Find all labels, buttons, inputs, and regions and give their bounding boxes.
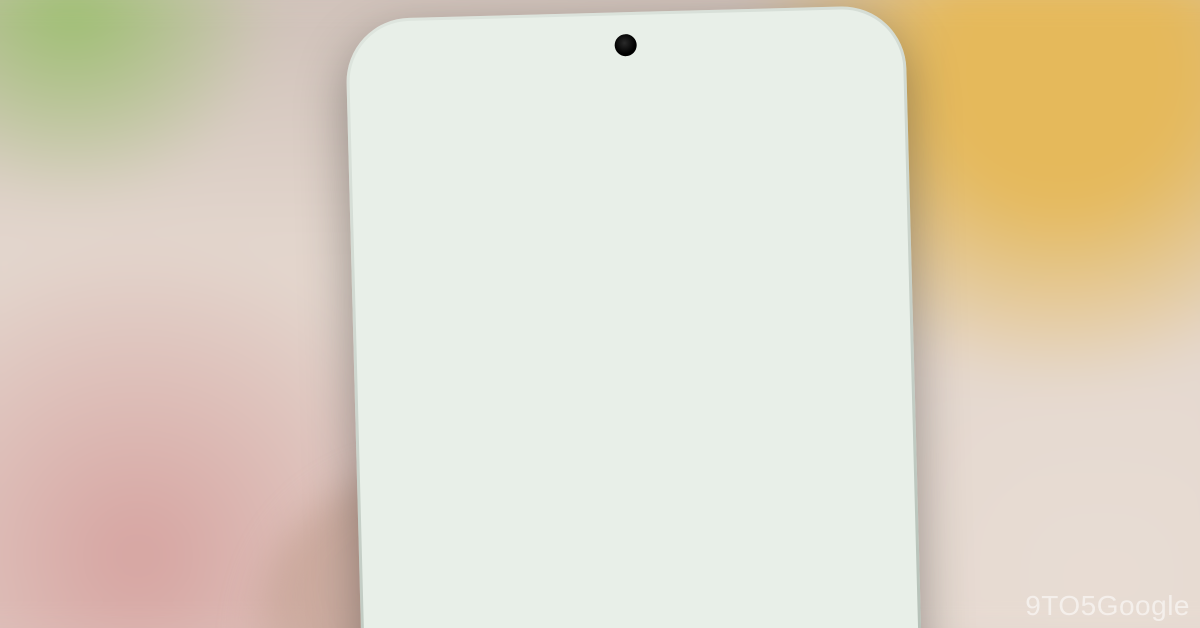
list-item-title: Memory <box>414 393 856 429</box>
phone-screen: 15:03 <box>375 35 906 628</box>
use-developer-options-toggle-row[interactable]: Use developer options <box>405 271 861 359</box>
master-toggle-label: Use developer options <box>434 303 642 332</box>
list-item-bug-report[interactable]: Bug report <box>392 457 883 530</box>
master-toggle-switch[interactable] <box>779 294 836 327</box>
battery-icon <box>801 57 813 75</box>
wifi-icon <box>755 60 773 74</box>
search-button[interactable] <box>810 102 851 143</box>
arrow-back-icon <box>405 119 430 148</box>
top-app-bar <box>376 80 880 163</box>
phone-bezel: 15:03 <box>354 14 926 628</box>
settings-list: Memory Memory profiling disabled Bug rep… <box>383 347 891 612</box>
list-item-bug-report-handler[interactable]: Bug report handler Android System <box>393 517 885 612</box>
front-camera-cutout <box>614 34 637 57</box>
phone-body: 15:03 <box>345 5 935 628</box>
list-item-subtitle: Memory profiling disabled <box>415 421 857 451</box>
mute-icon <box>733 59 749 75</box>
search-icon <box>818 109 843 138</box>
status-indicators: 54% <box>733 56 848 77</box>
list-item-subtitle: Android System <box>418 563 860 593</box>
back-button[interactable] <box>396 113 437 154</box>
status-time: 15:03 <box>409 66 450 86</box>
cellular-icon <box>779 59 795 73</box>
page-title: Developer options <box>378 150 883 284</box>
list-item-title: Bug report <box>416 475 858 511</box>
battery-percent: 54% <box>819 56 848 75</box>
list-item-title: Bug report handler <box>418 535 860 571</box>
watermark-logo: 9TO5Google <box>1025 590 1190 622</box>
list-item-memory[interactable]: Memory Memory profiling disabled <box>390 375 882 470</box>
